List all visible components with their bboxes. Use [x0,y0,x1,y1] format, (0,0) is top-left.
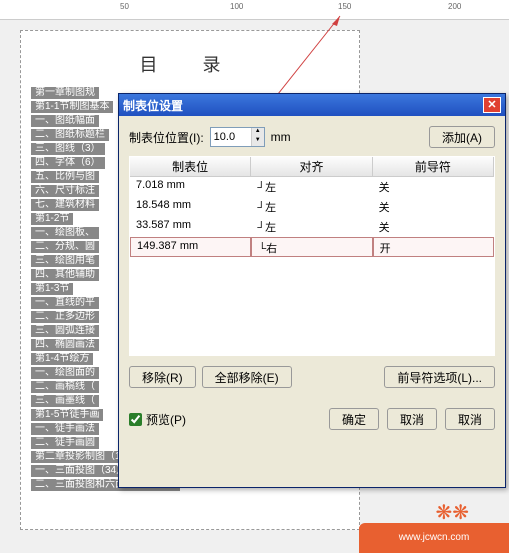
col-header-align[interactable]: 对齐 [251,157,372,176]
cancel2-button[interactable]: 取消 [445,408,495,430]
table-row[interactable]: 18.548 mm┘左关 [130,197,494,217]
preview-checkbox-wrap[interactable]: 预览(P) [129,411,186,428]
dialog-titlebar[interactable]: 制表位设置 ✕ [119,94,505,116]
preview-checkbox[interactable] [129,413,142,426]
col-header-position[interactable]: 制表位 [130,157,251,176]
remove-button[interactable]: 移除(R) [129,366,196,388]
close-button[interactable]: ✕ [483,97,501,113]
remove-all-button[interactable]: 全部移除(E) [202,366,292,388]
add-button[interactable]: 添加(A) [429,126,495,148]
doc-title: 目 录 [31,51,349,77]
tab-position-input[interactable] [211,128,251,146]
tab-position-label: 制表位位置(I): [129,129,204,146]
cancel-button[interactable]: 取消 [387,408,437,430]
spin-up-icon[interactable]: ▲ [251,128,264,137]
preview-label: 预览(P) [146,411,186,428]
tab-settings-dialog: 制表位设置 ✕ 制表位位置(I): ▲ ▼ mm 添加(A) 制表位 对齐 前导… [118,93,506,488]
horizontal-ruler: 50 100 150 200 [0,0,509,20]
table-row[interactable]: 33.587 mm┘左关 [130,217,494,237]
spin-down-icon[interactable]: ▼ [251,137,264,146]
table-row[interactable]: 149.387 mm└右开 [130,237,494,257]
dialog-title: 制表位设置 [123,97,483,114]
tab-stops-table: 制表位 对齐 前导符 7.018 mm┘左关18.548 mm┘左关33.587… [129,156,495,356]
logo-icon: ❋❋ [435,500,469,525]
unit-label: mm [271,130,291,144]
col-header-leader[interactable]: 前导符 [373,157,494,176]
tab-position-spinner[interactable]: ▲ ▼ [210,127,265,147]
tab-stops-body: 7.018 mm┘左关18.548 mm┘左关33.587 mm┘左关149.3… [130,177,494,355]
ok-button[interactable]: 确定 [329,408,379,430]
watermark: www.jcwcn.com [359,523,509,553]
leader-options-button[interactable]: 前导符选项(L)... [384,366,495,388]
table-row[interactable]: 7.018 mm┘左关 [130,177,494,197]
